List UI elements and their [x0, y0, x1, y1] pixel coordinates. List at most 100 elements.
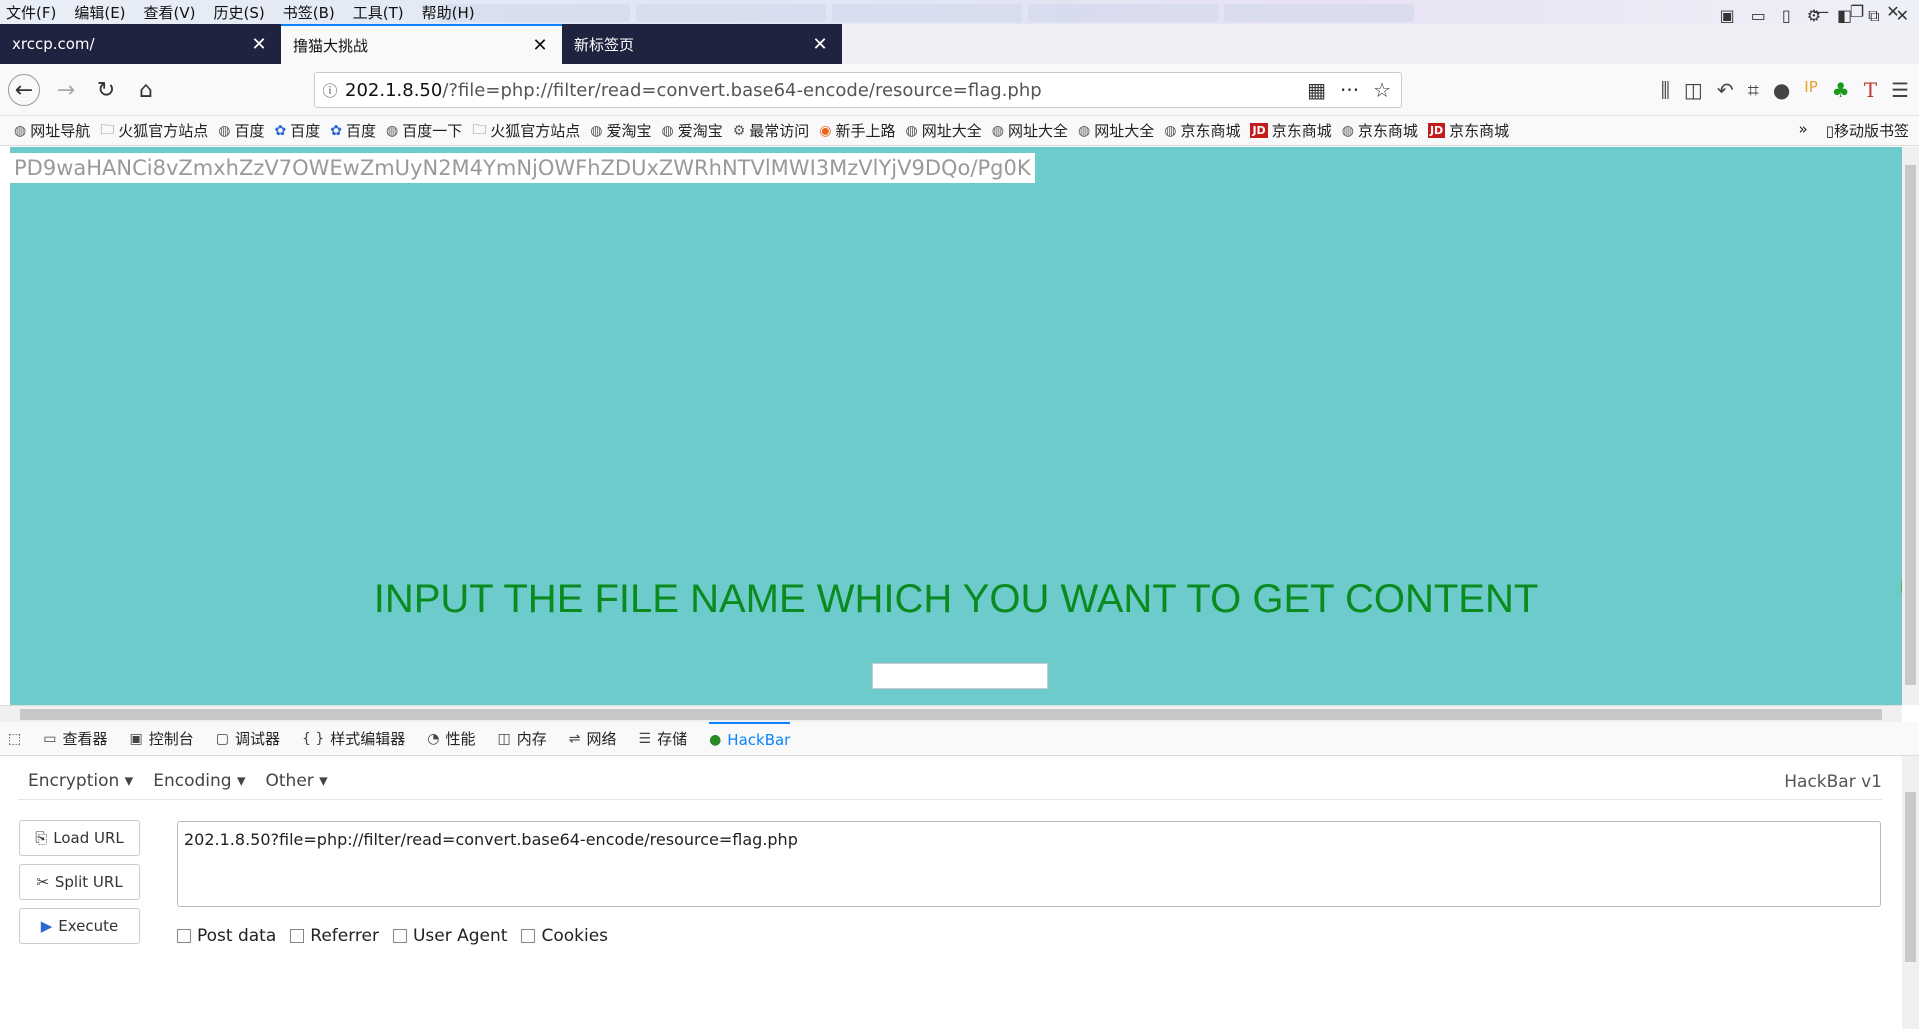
ip-icon[interactable]: IP: [1804, 78, 1817, 102]
url-actions: ▦ ··· ☆: [1307, 78, 1391, 102]
scroll-thumb[interactable]: [20, 709, 1882, 720]
menu-file[interactable]: 文件(F): [4, 2, 58, 23]
devtools-tab-inspector[interactable]: ▭ 查看器: [43, 722, 107, 756]
devtools-tab-console[interactable]: ▣ 控制台: [129, 722, 193, 756]
bookmark-item[interactable]: ◍ 网址大全: [992, 120, 1068, 141]
qr-code-icon[interactable]: ▦: [1307, 78, 1326, 102]
crop-icon[interactable]: ⌗: [1748, 78, 1759, 102]
chat-icon[interactable]: ●: [1773, 78, 1790, 102]
pick-element-icon[interactable]: ⬚: [8, 722, 21, 756]
bookmark-label: 京东商城: [1271, 122, 1332, 140]
file-name-input[interactable]: [872, 663, 1048, 689]
devtools-tab-performance[interactable]: ◔ 性能: [427, 722, 475, 756]
tab-xrccp[interactable]: xrccp.com/ ✕: [0, 24, 281, 64]
page-actions-icon[interactable]: ···: [1340, 78, 1359, 102]
menu-edit[interactable]: 编辑(E): [72, 2, 127, 23]
hackbar-menu: Encryption ▾ Encoding ▾ Other ▾ HackBar …: [18, 762, 1882, 800]
settings-icon[interactable]: ⚙: [1807, 6, 1821, 26]
url-path: /?file=php://filter/read=convert.base64-…: [442, 79, 1042, 101]
referrer-checkbox[interactable]: [290, 929, 305, 943]
bookmark-label: 网址大全: [1094, 122, 1155, 140]
menu-bookmarks[interactable]: 书签(B): [281, 2, 337, 23]
library-icon[interactable]: ⫼: [1661, 78, 1670, 102]
bookmark-item[interactable]: ◍ 京东商城: [1342, 120, 1418, 141]
bookmark-item[interactable]: JD 京东商城: [1427, 120, 1509, 141]
bookmark-item[interactable]: 🗀 火狐官方站点: [472, 119, 580, 143]
post-data-checkbox[interactable]: [177, 929, 191, 943]
mobile-bookmarks[interactable]: ▯移动版书签: [1826, 120, 1909, 141]
hackbar-url-textarea[interactable]: 202.1.8.50?file=php://filter/read=conver…: [177, 821, 1881, 907]
tab-new[interactable]: 新标签页 ✕: [562, 24, 842, 64]
devtools-tab-label: HackBar: [727, 730, 791, 749]
responsive-icon[interactable]: ▯: [1782, 6, 1791, 26]
devtools-tab-storage[interactable]: ☰ 存储: [639, 722, 688, 756]
bookmark-item[interactable]: ◍ 爱淘宝: [661, 120, 722, 141]
tab-close-icon[interactable]: ✕: [530, 35, 550, 56]
page-vertical-scrollbar[interactable]: [1902, 147, 1919, 705]
forward-icon[interactable]: →: [50, 74, 82, 106]
dock-icon[interactable]: ◧: [1837, 6, 1852, 26]
cookies-checkbox[interactable]: [521, 929, 536, 943]
reload-icon[interactable]: ↻: [90, 74, 122, 106]
undo-icon[interactable]: ↶: [1717, 78, 1734, 102]
tree-icon[interactable]: ♣: [1832, 78, 1850, 102]
home-icon[interactable]: ⌂: [130, 74, 162, 106]
bookmark-item[interactable]: ⚙ 最常访问: [733, 120, 810, 141]
bookmark-item[interactable]: ◍ 网址大全: [906, 120, 982, 141]
globe-icon: ◍: [385, 122, 399, 139]
scroll-thumb[interactable]: [1905, 165, 1916, 685]
menu-view[interactable]: 查看(V): [142, 2, 198, 23]
tab-close-icon[interactable]: ✕: [249, 34, 269, 55]
bookmark-item[interactable]: ✿ 百度: [274, 120, 320, 141]
bookmark-label: 网址大全: [921, 122, 982, 140]
layout-icon[interactable]: ▣: [1720, 6, 1735, 26]
bookmark-star-icon[interactable]: ☆: [1373, 78, 1391, 102]
url-text[interactable]: 202.1.8.50/?file=php://filter/read=conve…: [345, 80, 1042, 101]
tab-active[interactable]: 撸猫大挑战 ✕: [281, 24, 562, 64]
bookmark-item[interactable]: ◍ 百度: [218, 120, 264, 141]
user-agent-checkbox[interactable]: [392, 929, 407, 943]
text-icon[interactable]: T: [1864, 78, 1877, 102]
bookmark-item[interactable]: ◍ 网址导航: [14, 120, 90, 141]
load-url-button[interactable]: ⎘ Load URL: [19, 820, 140, 856]
tab-close-icon[interactable]: ✕: [810, 34, 830, 55]
devtools-tab-memory[interactable]: ◫ 内存: [498, 722, 547, 756]
bookmark-item[interactable]: ✿ 百度: [330, 120, 376, 141]
hackbar-scrollbar[interactable]: [1902, 756, 1919, 1029]
other-menu[interactable]: Other ▾: [256, 771, 338, 791]
devtools-tab-debugger[interactable]: ▢ 调试器: [216, 722, 280, 756]
bookmark-item[interactable]: ◍ 网址大全: [1078, 120, 1154, 141]
split-url-button[interactable]: ✂ Split URL: [19, 864, 140, 900]
devtools-tab-label: 查看器: [62, 730, 108, 748]
devtools-close-icon[interactable]: ✕: [1896, 6, 1909, 26]
encoding-menu[interactable]: Encoding ▾: [143, 771, 255, 791]
menu-history[interactable]: 历史(S): [212, 2, 267, 23]
bookmark-item[interactable]: JD 京东商城: [1250, 120, 1332, 141]
back-icon[interactable]: ←: [8, 74, 40, 106]
execute-button[interactable]: ▶ Execute: [19, 908, 140, 944]
separate-window-icon[interactable]: ⧉: [1868, 6, 1879, 26]
frame-icon[interactable]: ▭: [1751, 6, 1766, 26]
menu-help[interactable]: 帮助(H): [420, 2, 477, 23]
paw-icon: ✿: [330, 122, 342, 139]
site-info-icon[interactable]: ⓘ: [315, 80, 345, 101]
bookmark-item[interactable]: ◍ 爱淘宝: [590, 120, 651, 141]
bookmark-item[interactable]: 🗀 火狐官方站点: [100, 119, 208, 143]
encryption-menu[interactable]: Encryption ▾: [18, 771, 143, 791]
devtools-tab-hackbar[interactable]: ● HackBar: [709, 721, 791, 756]
sidebar-icon[interactable]: ◫: [1684, 78, 1703, 102]
devtools-tab-network[interactable]: ⇌ 网络: [569, 722, 617, 756]
hamburger-menu-icon[interactable]: ☰: [1891, 78, 1909, 102]
bookmark-item[interactable]: ◍ 京东商城: [1164, 120, 1240, 141]
menu-tools[interactable]: 工具(T): [351, 2, 406, 23]
devtools-tab-label: 网络: [586, 730, 617, 748]
gear-icon: ⚙: [732, 122, 746, 139]
chevron-more-icon[interactable]: »: [1799, 120, 1808, 141]
bookmark-item[interactable]: ◍ 百度一下: [386, 120, 462, 141]
page-horizontal-scrollbar[interactable]: [0, 705, 1902, 722]
bookmark-item[interactable]: ◉ 新手上路: [819, 120, 895, 141]
scroll-thumb[interactable]: [1905, 792, 1916, 962]
url-bar[interactable]: ⓘ 202.1.8.50/?file=php://filter/read=con…: [314, 72, 1402, 108]
devtools-tab-braces[interactable]: { } 样式编辑器: [302, 722, 405, 756]
base64-output: PD9waHANCi8vZmxhZzV7OWEwZmUyN2M4YmNjOWFh…: [10, 153, 1035, 183]
